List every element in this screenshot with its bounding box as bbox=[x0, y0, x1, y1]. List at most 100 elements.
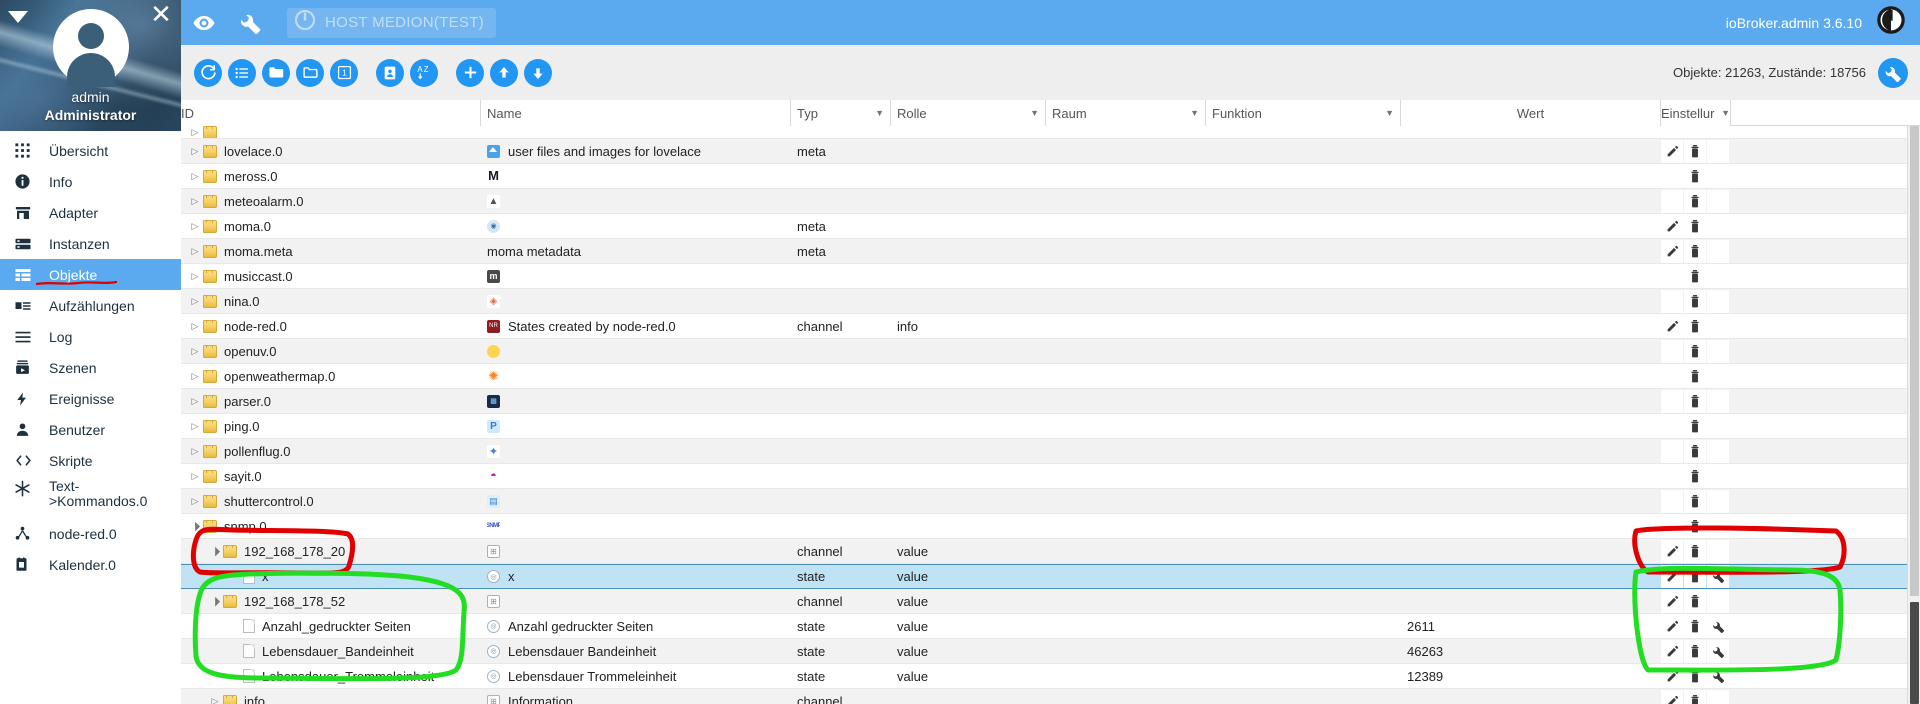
table-row[interactable]: Anzahl_gedruckter Seiten ◎ Anzahl gedruckt… bbox=[181, 614, 1920, 639]
table-row[interactable]: Lebensdauer_Trommeleinheit ◎ Lebensdauer T… bbox=[181, 664, 1920, 689]
table-row[interactable]: ▷ openweathermap.0 ✺ bbox=[181, 364, 1920, 389]
sidebar-item-node-red-0[interactable]: node-red.0 bbox=[0, 518, 181, 549]
delete-icon[interactable] bbox=[1684, 389, 1706, 413]
delete-icon[interactable] bbox=[1684, 565, 1706, 588]
vertical-scrollbar[interactable] bbox=[1907, 126, 1920, 704]
add-object-button[interactable] bbox=[456, 58, 484, 87]
column-header-rolle[interactable]: Rolle ▼ bbox=[891, 100, 1046, 126]
delete-icon[interactable] bbox=[1684, 364, 1706, 388]
chevron-down-icon[interactable]: ▼ bbox=[875, 108, 884, 118]
expander-closed-icon[interactable]: ▷ bbox=[187, 146, 203, 157]
column-header-id[interactable]: ID bbox=[181, 100, 481, 126]
delete-icon[interactable] bbox=[1684, 689, 1706, 704]
sidebar-item-instanzen[interactable]: Instanzen bbox=[0, 228, 181, 259]
sidebar-item-bersicht[interactable]: Übersicht bbox=[0, 135, 181, 166]
table-row[interactable]: x ◎ x state value bbox=[181, 564, 1920, 589]
wrench-icon[interactable] bbox=[1707, 565, 1729, 588]
sidebar-item-aufz-hlungen[interactable]: Aufzählungen bbox=[0, 290, 181, 321]
expander-closed-icon[interactable]: ▷ bbox=[187, 271, 203, 282]
download-button[interactable] bbox=[524, 58, 552, 87]
close-folder-button[interactable] bbox=[296, 58, 324, 87]
expander-closed-icon[interactable]: ▷ bbox=[187, 321, 203, 332]
delete-icon[interactable] bbox=[1684, 414, 1706, 438]
table-row[interactable]: ▷ moma.meta moma metadata meta bbox=[181, 239, 1920, 264]
wrench-icon[interactable] bbox=[1707, 639, 1729, 663]
expander-closed-icon[interactable]: ▷ bbox=[187, 396, 203, 407]
sidebar-item-szenen[interactable]: Szenen bbox=[0, 352, 181, 383]
column-header-funktion[interactable]: Funktion ▼ bbox=[1206, 100, 1401, 126]
delete-icon[interactable] bbox=[1684, 439, 1706, 463]
upload-button[interactable] bbox=[490, 58, 518, 87]
expander-closed-icon[interactable]: ▷ bbox=[187, 446, 203, 457]
expander-closed-icon[interactable]: ▷ bbox=[187, 371, 203, 382]
delete-icon[interactable] bbox=[1684, 589, 1706, 613]
sidebar-item-kalender-0[interactable]: Kalender.0 bbox=[0, 549, 181, 580]
delete-icon[interactable] bbox=[1684, 264, 1706, 288]
delete-icon[interactable] bbox=[1684, 289, 1706, 313]
host-selector[interactable]: HOST MEDION(TEST) bbox=[287, 7, 496, 38]
sidebar-item-text-kommandos-0[interactable]: Text- >Kommandos.0 bbox=[0, 476, 181, 518]
delete-icon[interactable] bbox=[1684, 489, 1706, 513]
delete-icon[interactable] bbox=[1684, 514, 1706, 538]
edit-icon[interactable] bbox=[1661, 689, 1683, 704]
delete-icon[interactable] bbox=[1684, 139, 1706, 163]
sidebar-item-adapter[interactable]: Adapter bbox=[0, 197, 181, 228]
collapse-sidebar-icon[interactable] bbox=[8, 8, 28, 24]
edit-icon[interactable] bbox=[1661, 565, 1683, 588]
table-row[interactable]: ▷ shuttercontrol.0 ▤ bbox=[181, 489, 1920, 514]
depth-one-button[interactable]: 1 bbox=[330, 58, 358, 87]
edit-icon[interactable] bbox=[1661, 239, 1683, 263]
delete-icon[interactable] bbox=[1684, 664, 1706, 688]
expander-closed-icon[interactable]: ▷ bbox=[187, 171, 203, 182]
table-row[interactable]: ▷ meross.0 M bbox=[181, 164, 1920, 189]
table-row[interactable]: ◢ 192_168_178_20 ⊞ channel value bbox=[181, 539, 1920, 564]
scrollbar-track-upper[interactable] bbox=[1910, 126, 1919, 596]
table-row[interactable]: ▷ meteoalarm.0 ▲ bbox=[181, 189, 1920, 214]
chevron-down-icon[interactable]: ▼ bbox=[1721, 108, 1730, 118]
sidebar-item-benutzer[interactable]: Benutzer bbox=[0, 414, 181, 445]
table-row[interactable]: ▷ nina.0 ◈ bbox=[181, 289, 1920, 314]
table-row[interactable]: ▷ ping.0 P bbox=[181, 414, 1920, 439]
sidebar-item-objekte[interactable]: Objekte bbox=[0, 259, 181, 290]
column-header-raum[interactable]: Raum ▼ bbox=[1046, 100, 1206, 126]
column-header-name[interactable]: Name bbox=[481, 100, 791, 126]
power-button[interactable] bbox=[1876, 5, 1906, 40]
delete-icon[interactable] bbox=[1684, 339, 1706, 363]
expand-all-button[interactable] bbox=[228, 58, 256, 87]
table-row[interactable]: ◢ snmp.0 SNMP bbox=[181, 514, 1920, 539]
sidebar-item-skripte[interactable]: Skripte bbox=[0, 445, 181, 476]
open-folder-button[interactable] bbox=[262, 58, 290, 87]
delete-icon[interactable] bbox=[1684, 464, 1706, 488]
expander-closed-icon[interactable]: ▷ bbox=[187, 196, 203, 207]
table-row[interactable]: ▷ bbox=[181, 126, 1920, 139]
eye-icon[interactable] bbox=[181, 0, 227, 45]
edit-icon[interactable] bbox=[1661, 214, 1683, 238]
table-row[interactable]: ▷ lovelace.0 user files and images for lov… bbox=[181, 139, 1920, 164]
edit-icon[interactable] bbox=[1661, 589, 1683, 613]
refresh-button[interactable] bbox=[194, 58, 222, 87]
table-row[interactable]: ▷ node-red.0 NR States created by node-red.… bbox=[181, 314, 1920, 339]
delete-icon[interactable] bbox=[1684, 189, 1706, 213]
column-header-typ[interactable]: Typ ▼ bbox=[791, 100, 891, 126]
expander-closed-icon[interactable]: ▷ bbox=[187, 221, 203, 232]
expander-closed-icon[interactable]: ▷ bbox=[187, 496, 203, 507]
delete-icon[interactable] bbox=[1684, 539, 1706, 563]
edit-icon[interactable] bbox=[1661, 539, 1683, 563]
edit-icon[interactable] bbox=[1661, 314, 1683, 338]
wrench-icon[interactable] bbox=[1707, 614, 1729, 638]
edit-icon[interactable] bbox=[1661, 139, 1683, 163]
edit-icon[interactable] bbox=[1661, 664, 1683, 688]
table-row[interactable]: ▷ musiccast.0 m bbox=[181, 264, 1920, 289]
expander-open-icon[interactable]: ◢ bbox=[185, 516, 204, 535]
expander-closed-icon[interactable]: ▷ bbox=[207, 696, 223, 704]
delete-icon[interactable] bbox=[1684, 614, 1706, 638]
toggle-names-button[interactable] bbox=[376, 58, 404, 87]
expander-closed-icon[interactable]: ▷ bbox=[187, 127, 203, 138]
table-row[interactable]: ▷ info ⊞ Information channel bbox=[181, 689, 1920, 704]
sidebar-item-log[interactable]: Log bbox=[0, 321, 181, 352]
sidebar-item-info[interactable]: Info bbox=[0, 166, 181, 197]
table-row[interactable]: ▷ parser.0 ▩ bbox=[181, 389, 1920, 414]
expander-open-icon[interactable]: ◢ bbox=[205, 541, 224, 560]
delete-icon[interactable] bbox=[1684, 164, 1706, 188]
sort-button[interactable]: AZ bbox=[410, 58, 438, 87]
